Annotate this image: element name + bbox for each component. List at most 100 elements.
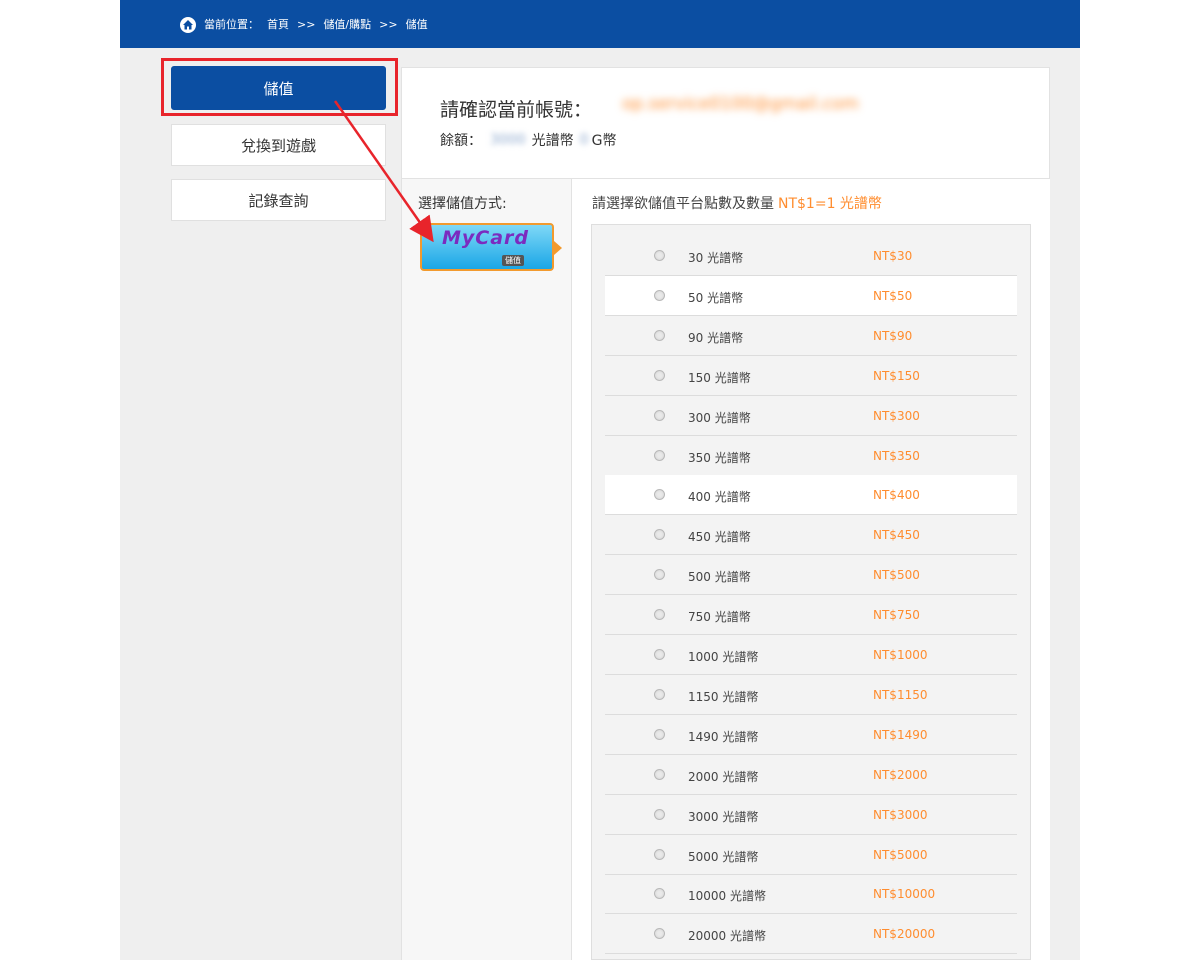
sidebar-item-label: 記錄查詢	[248, 191, 309, 210]
price-option-radio[interactable]	[654, 768, 665, 780]
price-option-row[interactable]: 500 光譜幣 NT$500	[605, 555, 1017, 596]
price-option-row[interactable]: 90 光譜幣 NT$90	[605, 316, 1017, 356]
price-option-radio[interactable]	[654, 808, 665, 820]
price-option-radio[interactable]	[654, 569, 665, 581]
price-option-radio[interactable]	[654, 449, 665, 461]
balance-line: 餘額： 3000 光譜幣 0 G幣	[440, 130, 617, 150]
price-option-points: 2000 光譜幣	[688, 769, 759, 784]
price-option-points: 350 光譜幣	[688, 450, 751, 465]
price-option-amount: NT$1150	[873, 687, 928, 702]
price-option-row[interactable]: 1490 光譜幣 NT$1490	[605, 715, 1017, 755]
price-option-points: 300 光譜幣	[688, 410, 751, 425]
price-option-radio[interactable]	[654, 329, 665, 341]
price-option-points: 1490 光譜幣	[688, 729, 759, 744]
balance-label: 餘額：	[440, 133, 482, 149]
price-option-points: 3000 光譜幣	[688, 809, 759, 824]
gcoin-unit: G幣	[591, 133, 617, 149]
price-option-radio[interactable]	[654, 529, 665, 541]
balance-unit: 光譜幣	[531, 133, 574, 149]
price-option-radio[interactable]	[654, 928, 665, 940]
price-option-row[interactable]: 30 光譜幣 NT$30	[605, 236, 1017, 276]
price-option-row[interactable]: 5000 光譜幣 NT$5000	[605, 835, 1017, 875]
annotation-highlight-box	[161, 58, 398, 116]
price-option-amount: NT$1000	[873, 648, 928, 662]
selected-caret-icon	[554, 241, 562, 255]
price-option-row[interactable]: 400 光譜幣 NT$400	[605, 475, 1017, 516]
top-bar: 當前位置： 首頁 >> 儲值/購點 >> 儲值	[120, 0, 1080, 48]
confirm-account-label: 請確認當前帳號：	[440, 99, 593, 121]
price-option-amount: NT$300	[873, 408, 920, 423]
price-option-radio[interactable]	[654, 688, 665, 700]
price-option-points: 150 光譜幣	[688, 370, 751, 385]
price-option-amount: NT$350	[873, 448, 920, 463]
price-option-amount: NT$450	[873, 528, 920, 543]
price-option-points: 90 光譜幣	[688, 330, 744, 345]
price-option-row[interactable]: 750 光譜幣 NT$750	[605, 595, 1017, 636]
price-option-row[interactable]: 450 光譜幣 NT$450	[605, 515, 1017, 556]
payment-method-panel: 選擇儲值方式: MyCard 儲值	[401, 179, 572, 960]
breadcrumb-label: 當前位置：	[204, 18, 259, 31]
price-option-points: 1000 光譜幣	[688, 650, 759, 664]
price-option-amount: NT$50	[873, 288, 913, 303]
price-option-amount: NT$400	[873, 488, 920, 503]
mycard-sub-label: 儲值	[502, 255, 524, 266]
balance-value: 3000	[490, 132, 526, 148]
price-option-amount: NT$750	[873, 608, 920, 623]
mycard-logo: MyCard	[442, 227, 530, 249]
price-options-list: 30 光譜幣 NT$30 50 光譜幣 NT$50 90 光譜幣 NT$90 150 光譜幣…	[591, 224, 1031, 960]
home-icon[interactable]	[180, 17, 196, 33]
price-header: 請選擇欲儲值平台點數及數量 NT$1=1 光譜幣	[592, 193, 882, 213]
price-option-amount: NT$3000	[873, 807, 928, 822]
price-option-points: 500 光譜幣	[688, 570, 751, 585]
price-option-radio[interactable]	[654, 489, 665, 501]
price-option-row[interactable]: 350 光譜幣 NT$350	[605, 436, 1017, 476]
price-option-radio[interactable]	[654, 369, 665, 381]
price-option-points: 750 光譜幣	[688, 610, 751, 625]
price-option-amount: NT$150	[873, 368, 920, 383]
price-option-points: 450 光譜幣	[688, 530, 751, 545]
price-option-row[interactable]: 20000 光譜幣 NT$20000	[605, 914, 1017, 955]
price-option-row[interactable]: 150 光譜幣 NT$150	[605, 356, 1017, 396]
price-option-amount: NT$1490	[873, 727, 928, 742]
price-option-row[interactable]: 2000 光譜幣 NT$2000	[605, 755, 1017, 795]
price-option-radio[interactable]	[654, 848, 665, 860]
price-option-row[interactable]: 1000 光譜幣 NT$1000	[605, 635, 1017, 675]
price-option-row[interactable]: 3000 光譜幣 NT$3000	[605, 795, 1017, 835]
breadcrumb-section-link[interactable]: 儲值/購點	[323, 17, 371, 33]
price-option-radio[interactable]	[654, 728, 665, 740]
breadcrumb-home-link[interactable]: 首頁	[267, 17, 289, 33]
price-option-points: 50 光譜幣	[688, 290, 744, 305]
mycard-payment-button[interactable]: MyCard 儲值	[420, 223, 562, 271]
breadcrumb-current: 儲值	[405, 18, 428, 31]
price-option-row[interactable]: 300 光譜幣 NT$300	[605, 396, 1017, 436]
exchange-rate: NT$1=1 光譜幣	[778, 196, 882, 212]
price-option-amount: NT$20000	[873, 927, 936, 942]
price-option-radio[interactable]	[654, 649, 665, 660]
price-option-row[interactable]: 10000 光譜幣 NT$10000	[605, 874, 1017, 915]
price-option-points: 1150 光譜幣	[688, 689, 759, 704]
price-option-radio[interactable]	[654, 289, 665, 301]
price-option-radio[interactable]	[654, 250, 665, 261]
price-option-amount: NT$5000	[873, 847, 928, 862]
price-panel: 請選擇欲儲值平台點數及數量 NT$1=1 光譜幣 30 光譜幣 NT$30 50 光譜…	[572, 179, 1050, 960]
price-option-amount: NT$500	[873, 568, 920, 583]
price-option-radio[interactable]	[654, 609, 665, 621]
price-option-points: 30 光譜幣	[688, 251, 744, 265]
price-option-radio[interactable]	[654, 888, 665, 900]
sidebar-item-records[interactable]: 記錄查詢	[171, 179, 386, 221]
price-option-points: 10000 光譜幣	[688, 889, 766, 904]
sidebar-item-label: 兌換到遊戲	[240, 136, 316, 155]
price-option-points: 5000 光譜幣	[688, 849, 759, 864]
price-option-amount: NT$90	[873, 328, 913, 343]
account-panel: 請確認當前帳號： op.service0100@gmail.com 餘額： 30…	[401, 67, 1050, 179]
breadcrumb-separator: >>	[297, 18, 316, 31]
price-header-text: 請選擇欲儲值平台點數及數量	[592, 196, 774, 212]
sidebar-item-exchange[interactable]: 兌換到遊戲	[171, 124, 386, 166]
price-option-radio[interactable]	[654, 409, 665, 421]
price-option-row[interactable]: 50 光譜幣 NT$50	[605, 275, 1017, 316]
price-option-points: 400 光譜幣	[688, 490, 751, 505]
price-option-points: 20000 光譜幣	[688, 929, 766, 944]
account-email: op.service0100@gmail.com	[622, 94, 859, 114]
breadcrumb-separator: >>	[379, 18, 398, 31]
price-option-row[interactable]: 1150 光譜幣 NT$1150	[605, 675, 1017, 715]
